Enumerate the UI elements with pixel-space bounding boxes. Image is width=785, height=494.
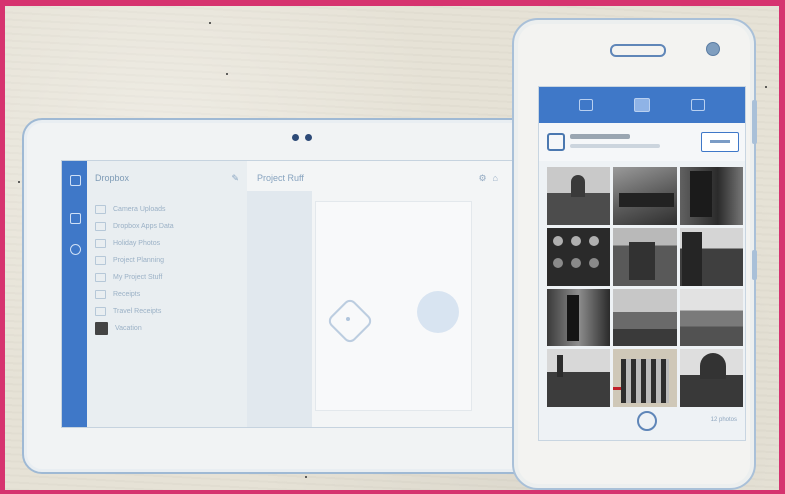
folder-icon bbox=[95, 205, 106, 214]
settings-icon[interactable] bbox=[70, 244, 81, 255]
folder-icon bbox=[95, 239, 106, 248]
files-icon[interactable] bbox=[70, 175, 81, 186]
preview-circle bbox=[417, 291, 459, 333]
tablet-device: Dropbox ✎ Camera Uploads Dropbox Apps Da… bbox=[22, 118, 546, 474]
volume-button bbox=[752, 100, 757, 144]
folder-label: Travel Receipts bbox=[113, 308, 162, 315]
photo-thumbnail[interactable] bbox=[613, 227, 677, 286]
content-header: Project Ruff ⚙⌂ bbox=[257, 173, 504, 185]
file-label: Vacation bbox=[115, 325, 142, 332]
folder-label: Holiday Photos bbox=[113, 240, 161, 247]
photo-thumbnail[interactable] bbox=[547, 288, 611, 347]
phone-app-bar bbox=[539, 87, 745, 123]
tablet-camera bbox=[292, 134, 322, 142]
tablet-sidebar: Dropbox ✎ Camera Uploads Dropbox Apps Da… bbox=[87, 161, 247, 427]
photo-thumbnail[interactable] bbox=[613, 349, 677, 407]
upload-banner bbox=[539, 123, 745, 161]
file-item[interactable]: Vacation bbox=[95, 320, 245, 337]
header-actions[interactable]: ⚙⌂ bbox=[478, 173, 504, 184]
photo-thumbnail[interactable] bbox=[613, 167, 677, 225]
folder-icon bbox=[95, 307, 106, 316]
photo-thumbnail[interactable] bbox=[679, 227, 743, 286]
photos-tab-icon[interactable] bbox=[633, 98, 650, 112]
folder-item[interactable]: Holiday Photos bbox=[95, 235, 245, 252]
upload-fab-icon[interactable] bbox=[637, 411, 657, 431]
banner-title bbox=[570, 134, 630, 139]
tablet-screen: Dropbox ✎ Camera Uploads Dropbox Apps Da… bbox=[61, 160, 513, 428]
folder-icon bbox=[95, 222, 106, 231]
folder-item[interactable]: Dropbox Apps Data bbox=[95, 218, 245, 235]
folder-item[interactable]: My Project Stuff bbox=[95, 269, 245, 286]
power-button bbox=[752, 250, 757, 280]
phone-speaker bbox=[610, 44, 666, 57]
content-column bbox=[247, 191, 312, 427]
front-camera bbox=[706, 42, 720, 56]
photo-thumbnail[interactable] bbox=[679, 349, 743, 407]
photo-thumbnail[interactable] bbox=[547, 349, 611, 407]
app-title: Dropbox bbox=[95, 173, 130, 183]
banner-button[interactable] bbox=[701, 132, 739, 152]
folder-list: Camera Uploads Dropbox Apps Data Holiday… bbox=[95, 201, 245, 337]
folder-icon bbox=[95, 256, 106, 265]
photo-count: 12 photos bbox=[710, 417, 737, 423]
photo-thumbnail[interactable] bbox=[547, 227, 611, 286]
image-thumbnail-icon bbox=[95, 322, 108, 335]
folder-label: Dropbox Apps Data bbox=[113, 223, 174, 230]
folder-item[interactable]: Receipts bbox=[95, 286, 245, 303]
dropbox-logo-dot bbox=[346, 317, 350, 321]
photo-thumbnail[interactable] bbox=[547, 167, 611, 225]
tablet-content: Project Ruff ⚙⌂ bbox=[247, 161, 512, 427]
photos-icon[interactable] bbox=[70, 213, 81, 224]
folder-icon bbox=[95, 290, 106, 299]
newspaper-page: Dropbox ✎ Camera Uploads Dropbox Apps Da… bbox=[5, 6, 779, 490]
folder-label: Receipts bbox=[113, 291, 141, 298]
tablet-nav-rail bbox=[62, 161, 87, 427]
folder-item[interactable]: Project Planning bbox=[95, 252, 245, 269]
photo-thumbnail[interactable] bbox=[613, 288, 677, 347]
folder-item[interactable]: Camera Uploads bbox=[95, 201, 245, 218]
folder-label: Camera Uploads bbox=[113, 206, 166, 213]
edit-icon[interactable]: ✎ bbox=[231, 173, 239, 184]
folder-icon bbox=[95, 273, 106, 282]
sidebar-header: Dropbox ✎ bbox=[95, 173, 239, 187]
phone-device: 12 photos bbox=[512, 18, 757, 490]
banner-subtitle bbox=[570, 144, 660, 148]
files-tab-icon[interactable] bbox=[579, 99, 594, 111]
folder-label: My Project Stuff bbox=[113, 274, 163, 281]
photo-thumbnail[interactable] bbox=[679, 167, 743, 225]
phone-screen: 12 photos bbox=[538, 86, 746, 441]
photo-thumbnail[interactable] bbox=[679, 288, 743, 347]
folder-title: Project Ruff bbox=[257, 173, 304, 183]
folder-item[interactable]: Travel Receipts bbox=[95, 303, 245, 320]
photo-grid bbox=[547, 167, 743, 407]
settings-tab-icon[interactable] bbox=[690, 99, 705, 111]
folder-label: Project Planning bbox=[113, 257, 164, 264]
camera-upload-icon bbox=[547, 133, 565, 151]
